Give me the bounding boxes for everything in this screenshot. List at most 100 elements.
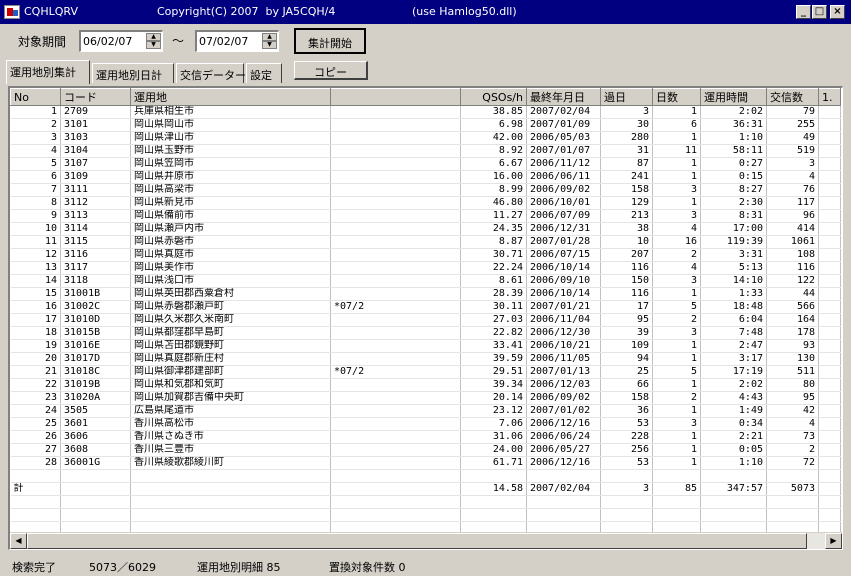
- table-row[interactable]: 1 2709 兵庫県相生市 38.85 2007/02/04 3 1 2:02 79: [10, 105, 841, 119]
- spin-down-icon[interactable]: ▼: [146, 41, 161, 49]
- table-row[interactable]: 6 3109 岡山県井原市 16.00 2006/06/11 241 1 0:15 4: [10, 170, 841, 184]
- summary-grid[interactable]: No コード 運用地 QSOs/h 最終年月日 過日 日数 運用時間 交信数 1…: [8, 86, 843, 550]
- minimize-button[interactable]: _: [796, 5, 811, 19]
- total-cell: 85: [652, 482, 701, 496]
- table-row[interactable]: 14 3118 岡山県浅口市 8.61 2006/09/10 150 3 14:10 122: [10, 274, 841, 288]
- maximize-button[interactable]: □: [812, 5, 827, 19]
- table-row[interactable]: 24 3505 広島県尾道市 23.12 2007/01/02 36 1 1:49 42: [10, 404, 841, 418]
- app-icon[interactable]: [4, 5, 20, 19]
- table-row[interactable]: 4 3104 岡山県玉野市 8.92 2007/01/07 31 11 58:11 519: [10, 144, 841, 158]
- table-cell: [330, 508, 461, 522]
- table-cell: 岡山県岡山市: [130, 118, 331, 132]
- scroll-right-icon[interactable]: ▶: [825, 533, 842, 549]
- table-row[interactable]: 3 3103 岡山県津山市 42.00 2006/05/03 280 1 1:10 49: [10, 131, 841, 145]
- table-cell: 53: [600, 456, 653, 470]
- table-row[interactable]: 21 31018C 岡山県御津郡建部町 *07/2 29.51 2007/01/13 25 5…: [10, 365, 841, 379]
- col-header[interactable]: コード: [60, 88, 131, 106]
- table-cell: 130: [766, 352, 819, 366]
- table-cell: 1: [652, 287, 701, 301]
- table-cell: [330, 248, 461, 262]
- table-row[interactable]: 5 3107 岡山県笠岡市 6.67 2006/11/12 87 1 0:27 3: [10, 157, 841, 171]
- table-cell: 10: [10, 222, 61, 236]
- table-cell: 95: [766, 391, 819, 405]
- total-cell: 3: [600, 482, 653, 496]
- scroll-left-icon[interactable]: ◀: [10, 533, 27, 549]
- table-row[interactable]: 8 3112 岡山県新見市 46.80 2006/10/01 129 1 2:30 117: [10, 196, 841, 210]
- table-cell: 2006/05/27: [526, 443, 601, 457]
- scroll-thumb[interactable]: [27, 533, 807, 549]
- table-cell: 31017D: [60, 352, 131, 366]
- table-cell: 岡山県瀬戸内市: [130, 222, 331, 236]
- close-button[interactable]: ×: [830, 5, 845, 19]
- tab-settings[interactable]: 設定: [246, 63, 282, 83]
- table-row[interactable]: 11 3115 岡山県赤磐市 8.87 2007/01/28 10 16 119:39 1061: [10, 235, 841, 249]
- col-header[interactable]: QSOs/h: [460, 88, 527, 106]
- table-cell: 23: [10, 391, 61, 405]
- table-row[interactable]: 13 3117 岡山県美作市 22.24 2006/10/14 116 4 5:13 116: [10, 261, 841, 275]
- table-row[interactable]: 16 31002C 岡山県赤磐郡瀬戸町 *07/2 30.11 2007/01/21 17 5…: [10, 300, 841, 314]
- table-row[interactable]: 12 3116 岡山県真庭市 30.71 2006/07/15 207 2 3:31 108: [10, 248, 841, 262]
- table-cell: 2006/12/16: [526, 456, 601, 470]
- table-row[interactable]: 2 3101 岡山県岡山市 6.98 2007/01/09 30 6 36:31 255: [10, 118, 841, 132]
- table-cell: 31016E: [60, 339, 131, 353]
- spin-up-icon[interactable]: ▲: [146, 33, 161, 41]
- spin-up-icon[interactable]: ▲: [262, 33, 277, 41]
- table-row[interactable]: 9 3113 岡山県備前市 11.27 2006/07/09 213 3 8:31 96: [10, 209, 841, 223]
- col-header[interactable]: 運用地: [130, 88, 331, 106]
- col-header[interactable]: 運用時間: [700, 88, 767, 106]
- table-row[interactable]: 15 31001B 岡山県英田郡西粟倉村 28.39 2006/10/14 116 1 1:3…: [10, 287, 841, 301]
- col-header[interactable]: 最終年月日: [526, 88, 601, 106]
- table-cell: 39.59: [460, 352, 527, 366]
- table-cell: 2006/10/01: [526, 196, 601, 210]
- dll-note: (use Hamlog50.dll): [412, 5, 517, 18]
- col-header[interactable]: 1.: [818, 88, 841, 106]
- table-cell: 兵庫県相生市: [130, 105, 331, 119]
- col-header[interactable]: 日数: [652, 88, 701, 106]
- start-aggregate-button[interactable]: 集計開始: [294, 28, 366, 54]
- table-cell: 30: [600, 118, 653, 132]
- tab-qso-data[interactable]: 交信データー: [176, 63, 246, 83]
- tab-location-summary[interactable]: 運用地別集計: [6, 60, 90, 84]
- table-cell: 36001G: [60, 456, 131, 470]
- table-cell: 150: [600, 274, 653, 288]
- table-cell: 16.00: [460, 170, 527, 184]
- table-row[interactable]: 17 31010D 岡山県久米郡久米南町 27.03 2006/11/04 95 2 6:04…: [10, 313, 841, 327]
- table-row[interactable]: 18 31015B 岡山県都窪郡早島町 22.82 2006/12/30 39 3 7:48 1…: [10, 326, 841, 340]
- table-cell: 79: [766, 105, 819, 119]
- table-row[interactable]: 10 3114 岡山県瀬戸内市 24.35 2006/12/31 38 4 17:00 414: [10, 222, 841, 236]
- table-cell: 3104: [60, 144, 131, 158]
- table-row[interactable]: 19 31016E 岡山県苫田郡鏡野町 33.41 2006/10/21 109 1 2:47…: [10, 339, 841, 353]
- horizontal-scrollbar[interactable]: ◀ ▶: [10, 532, 842, 549]
- from-date-field[interactable]: 06/02/07 ▲ ▼: [79, 30, 163, 52]
- maximize-icon: □: [814, 6, 825, 17]
- total-cell: [818, 482, 841, 496]
- table-cell: 岡山県備前市: [130, 209, 331, 223]
- table-cell: 2:30: [700, 196, 767, 210]
- table-row[interactable]: 20 31017D 岡山県真庭郡新庄村 39.59 2006/11/05 94 1 3:17 1…: [10, 352, 841, 366]
- table-row[interactable]: 25 3601 香川県高松市 7.06 2006/12/16 53 3 0:34 4: [10, 417, 841, 431]
- table-cell: 31002C: [60, 300, 131, 314]
- table-cell: [330, 235, 461, 249]
- to-date-field[interactable]: 07/02/07 ▲ ▼: [195, 30, 279, 52]
- table-row[interactable]: 27 3608 香川県三豊市 24.00 2006/05/27 256 1 0:05 2: [10, 443, 841, 457]
- table-cell: 1: [652, 170, 701, 184]
- spin-down-icon[interactable]: ▼: [262, 41, 277, 49]
- col-header[interactable]: No: [10, 88, 61, 106]
- table-row[interactable]: 28 36001G 香川県綾歌郡綾川町 61.71 2006/12/16 53 1 1:10 7…: [10, 456, 841, 470]
- table-cell: 2:47: [700, 339, 767, 353]
- total-row[interactable]: 計 14.58 2007/02/04 3 85 347:57 5073: [10, 482, 841, 496]
- table-cell: 2:02: [700, 378, 767, 392]
- table-row[interactable]: 26 3606 香川県さぬき市 31.06 2006/06/24 228 1 2:21 73: [10, 430, 841, 444]
- table-row[interactable]: 22 31019B 岡山県和気郡和気町 39.34 2006/12/03 66 1 2:02 8…: [10, 378, 841, 392]
- tab-location-daily[interactable]: 運用地別日計: [92, 63, 174, 83]
- copy-button[interactable]: コピー: [294, 61, 368, 80]
- from-date-spinner[interactable]: ▲ ▼: [146, 33, 161, 50]
- col-header[interactable]: 交信数: [766, 88, 819, 106]
- col-header[interactable]: [330, 88, 461, 106]
- table-cell: 3112: [60, 196, 131, 210]
- from-date-value: 06/02/07: [83, 35, 133, 48]
- table-row[interactable]: 7 3111 岡山県高梁市 8.99 2006/09/02 158 3 8:27 76: [10, 183, 841, 197]
- to-date-spinner[interactable]: ▲ ▼: [262, 33, 277, 50]
- table-row[interactable]: 23 31020A 岡山県加賀郡吉備中央町 20.14 2006/09/02 158 2 4:…: [10, 391, 841, 405]
- col-header[interactable]: 過日: [600, 88, 653, 106]
